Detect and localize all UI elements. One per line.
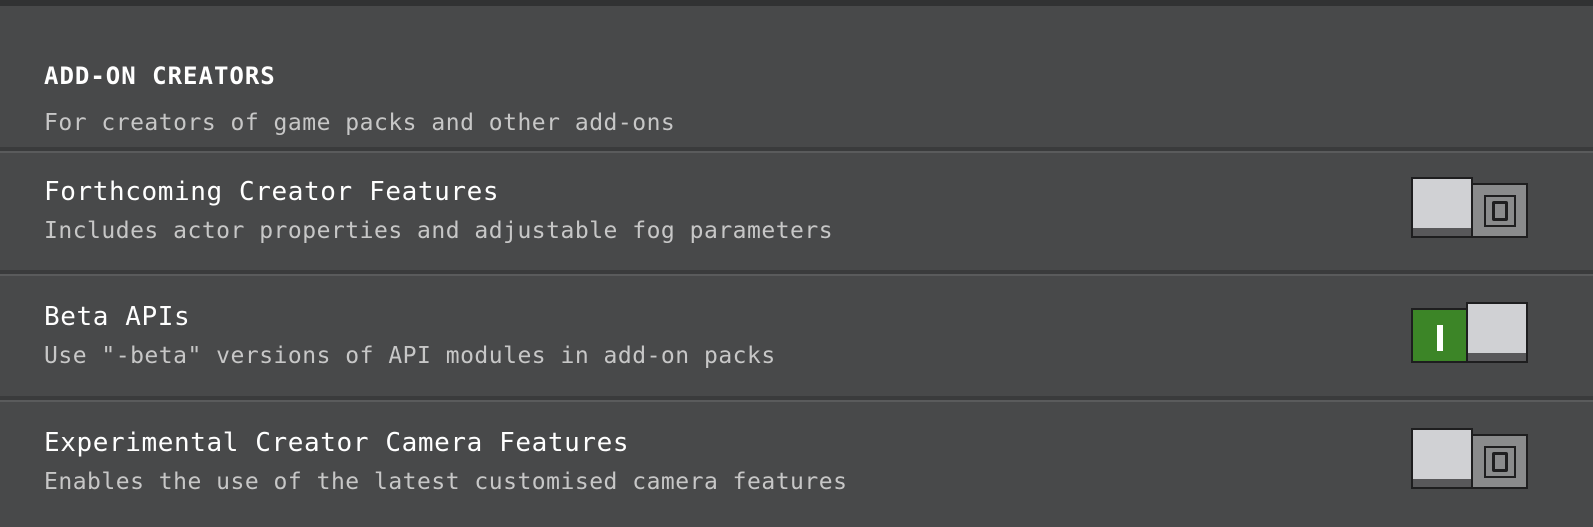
toggle-row-forthcoming-creator-features: Forthcoming Creator Features Includes ac… (0, 153, 1593, 273)
knob-face (1413, 179, 1471, 228)
toggle-knob[interactable] (1411, 428, 1473, 489)
toggle-row-description: Use "-beta" versions of API modules in a… (44, 343, 776, 369)
experimental-creator-camera-features-toggle[interactable] (1411, 428, 1528, 489)
toggle-knob[interactable] (1411, 177, 1473, 238)
toggle-on-icon (1437, 325, 1443, 351)
knob-face (1413, 430, 1471, 479)
beta-apis-toggle[interactable] (1411, 302, 1528, 363)
toggle-row-experimental-creator-camera-features: Experimental Creator Camera Features Ena… (0, 402, 1593, 522)
forthcoming-creator-features-toggle[interactable] (1411, 177, 1528, 238)
toggle-row-description: Includes actor properties and adjustable… (44, 218, 834, 244)
section-header: ADD-ON CREATORS For creators of game pac… (0, 6, 1593, 149)
section-title: ADD-ON CREATORS (44, 62, 276, 90)
knob-face (1468, 304, 1526, 353)
knob-shade (1468, 353, 1526, 361)
toggle-off-icon (1484, 446, 1516, 478)
toggle-off-icon (1484, 195, 1516, 227)
settings-panel: ADD-ON CREATORS For creators of game pac… (0, 0, 1593, 527)
toggle-row-description: Enables the use of the latest customised… (44, 469, 848, 495)
toggle-row-title: Experimental Creator Camera Features (44, 428, 630, 458)
toggle-knob[interactable] (1466, 302, 1528, 363)
toggle-row-title: Forthcoming Creator Features (44, 177, 500, 207)
knob-shade (1413, 479, 1471, 487)
toggle-row-beta-apis: Beta APIs Use "-beta" versions of API mo… (0, 276, 1593, 396)
knob-shade (1413, 228, 1471, 236)
section-description: For creators of game packs and other add… (44, 110, 676, 136)
toggle-row-title: Beta APIs (44, 302, 191, 332)
